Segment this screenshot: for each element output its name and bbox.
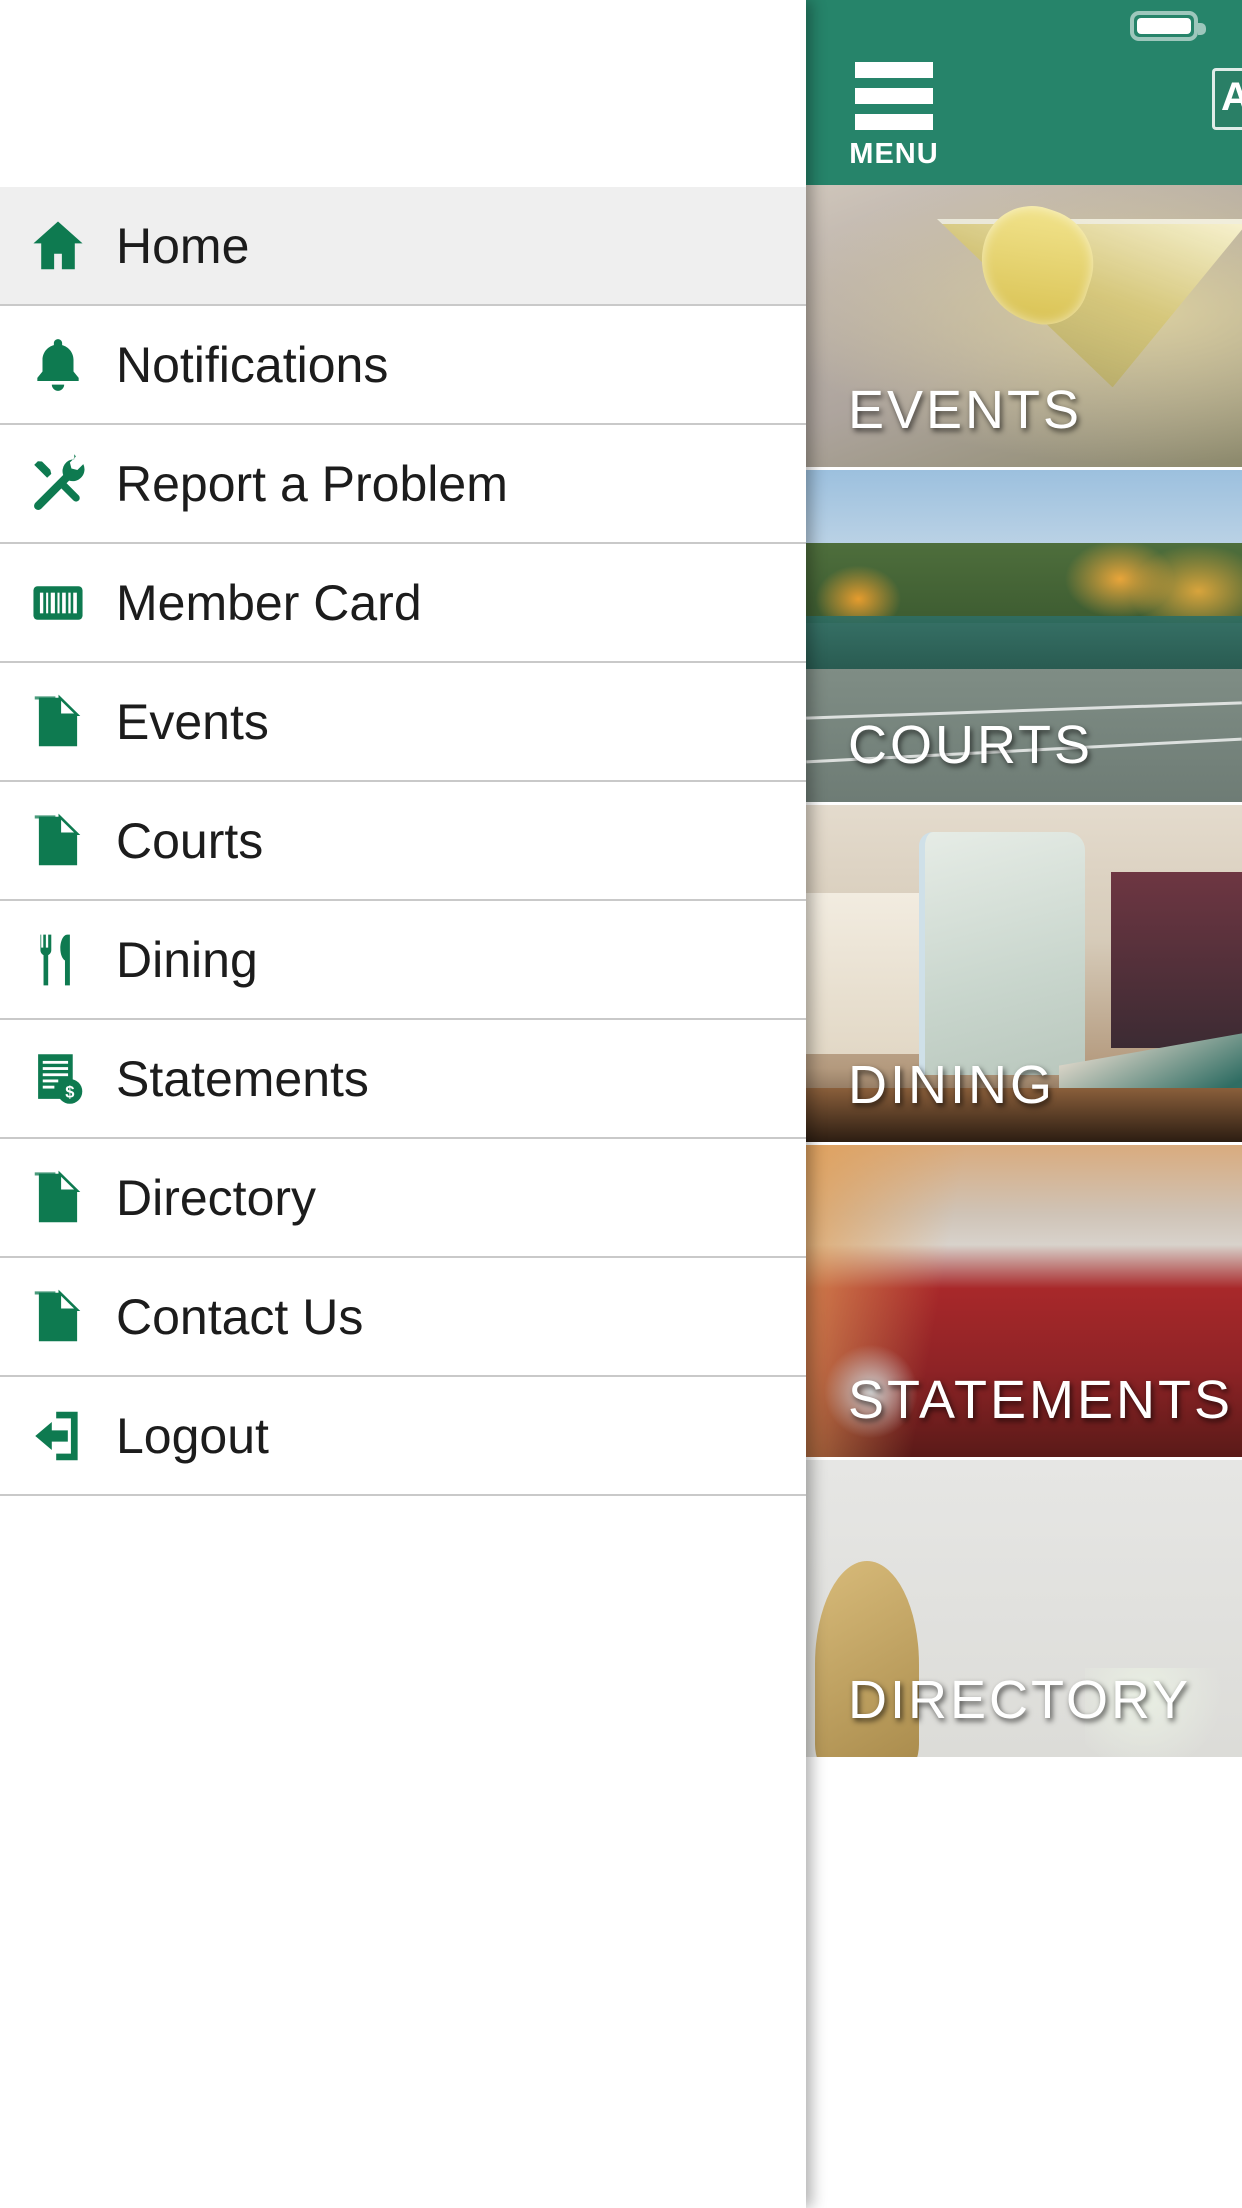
sidebar-item-label: Logout <box>116 1407 269 1464</box>
svg-text:$: $ <box>65 1082 74 1101</box>
drawer-nav-list: Home Notifications Report a Problem Member … <box>0 187 806 1496</box>
tile-label: DINING <box>848 1055 1055 1115</box>
tile-directory[interactable]: DIRECTORY <box>806 1460 1242 1760</box>
sidebar-item-notifications[interactable]: Notifications <box>0 306 806 425</box>
tile-label: STATEMENTS <box>848 1370 1234 1430</box>
status-bar <box>806 0 1242 44</box>
document-icon <box>0 691 116 753</box>
tile-dining[interactable]: DINING <box>806 805 1242 1145</box>
sidebar-item-home[interactable]: Home <box>0 187 806 306</box>
drawer-empty-area <box>0 1496 806 2208</box>
logout-arrow-icon <box>0 1405 116 1467</box>
menu-button[interactable]: MENU <box>844 62 944 169</box>
tile-label: COURTS <box>848 715 1094 775</box>
tile-events[interactable]: EVENTS <box>806 185 1242 470</box>
sidebar-item-label: Events <box>116 693 269 750</box>
tile-statements[interactable]: STATEMENTS <box>806 1145 1242 1460</box>
hamburger-icon-line-3 <box>855 114 933 130</box>
hamburger-icon-line-2 <box>855 88 933 104</box>
sidebar-item-member-card[interactable]: Member Card <box>0 544 806 663</box>
header-right-card-glyph: A <box>1221 77 1242 117</box>
sidebar-item-label: Statements <box>116 1050 369 1107</box>
invoice-dollar-icon: $ <box>0 1048 116 1110</box>
document-icon <box>0 810 116 872</box>
document-icon <box>0 1167 116 1229</box>
home-icon <box>0 215 116 277</box>
hamburger-icon-line-1 <box>855 62 933 78</box>
sidebar-item-courts[interactable]: Courts <box>0 782 806 901</box>
menu-label: MENU <box>849 138 939 170</box>
app-screen: MENU A EVENTS COURTS DINING STATEMENTS DIREC… <box>806 0 1242 2208</box>
navigation-drawer: Home Notifications Report a Problem Member … <box>0 0 806 2208</box>
sidebar-item-events[interactable]: Events <box>0 663 806 782</box>
app-header: MENU A <box>806 0 1242 185</box>
sidebar-item-label: Notifications <box>116 336 389 393</box>
tile-label: EVENTS <box>848 380 1083 440</box>
barcode-card-icon <box>0 572 116 634</box>
fork-knife-icon <box>0 929 116 991</box>
sidebar-item-logout[interactable]: Logout <box>0 1377 806 1496</box>
header-right-card[interactable]: A <box>1212 68 1242 130</box>
sidebar-item-label: Member Card <box>116 574 422 631</box>
sidebar-item-label: Courts <box>116 812 264 869</box>
sidebar-item-label: Home <box>116 217 250 274</box>
drawer-top-spacer <box>0 0 806 187</box>
tile-stack: EVENTS COURTS DINING STATEMENTS DIRECTORY <box>806 185 1242 2208</box>
sidebar-item-report-a-problem[interactable]: Report a Problem <box>0 425 806 544</box>
sidebar-item-statements[interactable]: $ Statements <box>0 1020 806 1139</box>
sidebar-item-label: Report a Problem <box>116 455 508 512</box>
tile-courts[interactable]: COURTS <box>806 470 1242 805</box>
bell-icon <box>0 334 116 396</box>
sidebar-item-label: Contact Us <box>116 1288 364 1345</box>
sidebar-item-dining[interactable]: Dining <box>0 901 806 1020</box>
document-icon <box>0 1286 116 1348</box>
sidebar-item-contact-us[interactable]: Contact Us <box>0 1258 806 1377</box>
sidebar-item-label: Directory <box>116 1169 317 1226</box>
tile-label: DIRECTORY <box>848 1670 1192 1730</box>
battery-full-icon <box>1130 11 1206 41</box>
tools-icon <box>0 453 116 515</box>
sidebar-item-label: Dining <box>116 931 258 988</box>
sidebar-item-directory[interactable]: Directory <box>0 1139 806 1258</box>
